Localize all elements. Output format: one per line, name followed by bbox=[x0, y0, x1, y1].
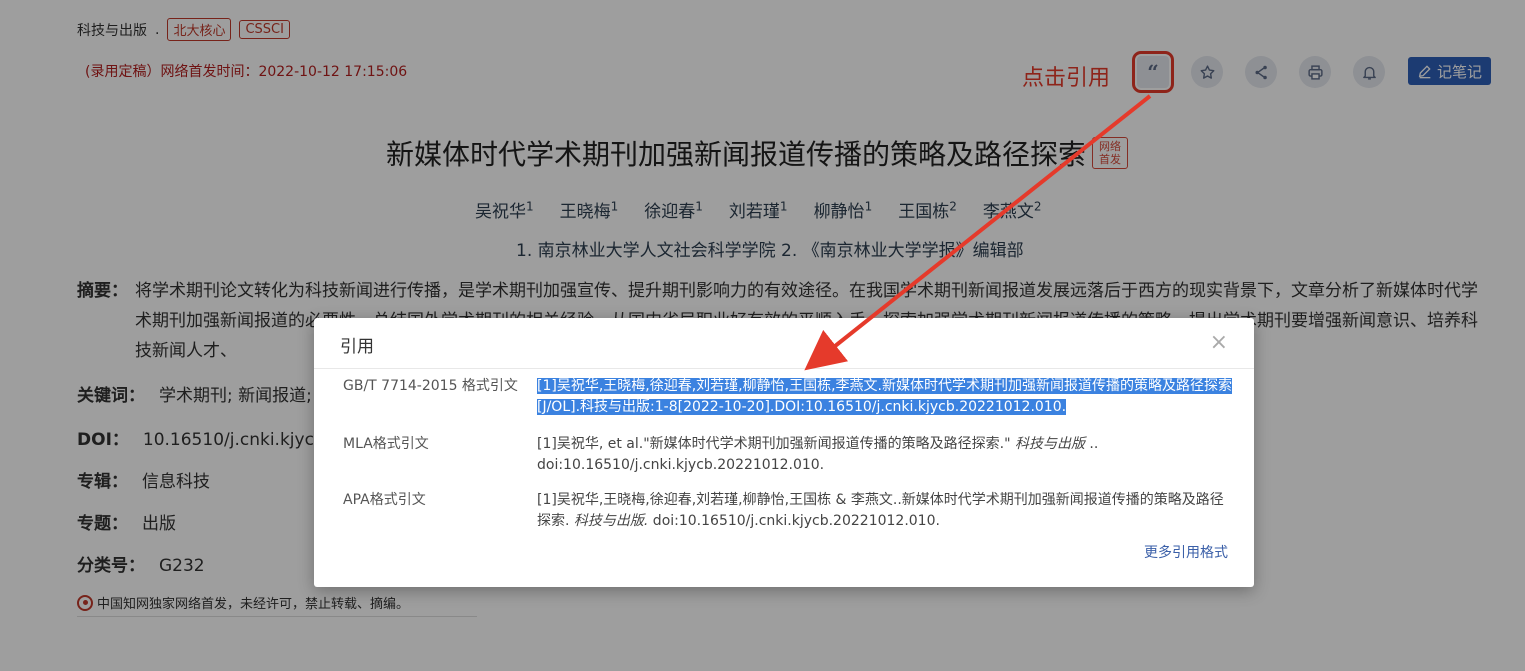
annotation-arrow bbox=[804, 94, 1152, 371]
